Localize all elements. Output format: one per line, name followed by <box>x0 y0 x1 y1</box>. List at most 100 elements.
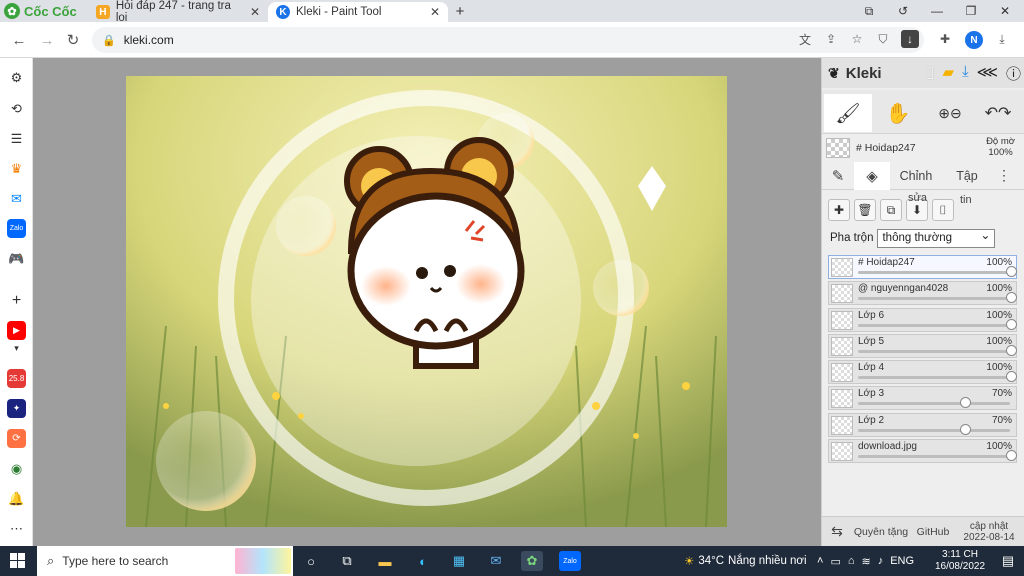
tab-layers-icon[interactable]: ◈ <box>854 161 890 190</box>
layer-opacity-slider[interactable] <box>858 271 1010 274</box>
layer-opacity-handle[interactable] <box>1006 344 1017 356</box>
delete-layer-button[interactable]: 🗑 <box>854 199 876 221</box>
close-tab-icon[interactable]: ✕ <box>250 5 260 19</box>
tab-brush-icon[interactable]: ✎ <box>822 162 854 190</box>
edge-icon[interactable]: ◐ <box>412 551 434 571</box>
undo-redo-icon[interactable]: ↶↷ <box>974 94 1022 132</box>
shield-icon[interactable]: ⛉ <box>872 28 894 50</box>
chevron-down-icon[interactable]: ▾ <box>7 343 26 353</box>
layer-opacity-slider[interactable] <box>858 323 1010 327</box>
gamepad-icon[interactable]: 🎮 <box>7 249 26 268</box>
share-icon[interactable]: ⋘ <box>977 63 998 84</box>
game-icon[interactable]: ⟳ <box>7 429 26 448</box>
drawing-canvas-area[interactable] <box>33 58 821 546</box>
new-tab-button[interactable]: + <box>450 2 470 20</box>
tab-adjust[interactable]: Chỉnh <box>890 162 942 190</box>
layer-row[interactable]: Lớp 5 100% <box>828 333 1017 358</box>
coccoc-menu-button[interactable]: ✿ Cốc Cốc <box>4 2 82 20</box>
mail-icon[interactable]: ✉ <box>485 551 507 571</box>
wifi-icon[interactable]: ≋ <box>862 555 871 568</box>
minimize-button[interactable]: — <box>920 2 954 20</box>
layer-opacity-handle[interactable] <box>1006 292 1017 304</box>
chevron-up-icon[interactable]: ˄ <box>817 555 823 567</box>
windows-start-icon[interactable] <box>10 553 26 569</box>
close-tab-icon[interactable]: ✕ <box>430 5 440 19</box>
layer-opacity-slider[interactable] <box>858 402 1010 406</box>
tab-hoidap247[interactable]: H Hỏi đáp 247 - trang tra loi ✕ <box>88 0 268 24</box>
layer-row[interactable]: # Hoidap247 100% <box>828 255 1017 279</box>
maximize-button[interactable]: ❐ <box>954 2 988 20</box>
zalo-taskbar-icon[interactable]: Zalo <box>559 551 581 571</box>
donate-link[interactable]: Quyên tặng <box>852 526 910 538</box>
taskbar-clock[interactable]: 3:11 CH 16/08/2022 <box>928 549 992 573</box>
add-shortcut-icon[interactable]: + <box>7 291 26 310</box>
layer-row[interactable]: Lớp 4 100% <box>828 360 1017 385</box>
bookmark-star-icon[interactable]: ☆ <box>846 28 868 50</box>
layer-opacity-handle[interactable] <box>1006 318 1017 330</box>
downloads-icon[interactable]: ⤓ <box>991 28 1013 50</box>
duplicate-layer-button[interactable]: ⧉ <box>880 199 902 221</box>
help-icon[interactable]: ⓘ <box>1006 63 1021 84</box>
layer-opacity-slider[interactable] <box>858 428 1010 432</box>
translate-icon[interactable]: 文 <box>794 28 816 50</box>
store-icon[interactable]: ▦ <box>448 551 470 571</box>
brush-tool-icon[interactable]: 🖌 <box>824 94 872 132</box>
network-icon[interactable]: ⌂ <box>848 555 855 567</box>
crown-icon[interactable]: ♛ <box>7 159 26 178</box>
save-download-icon[interactable]: ⤓ <box>962 63 969 84</box>
map-pin-icon[interactable]: ◉ <box>7 459 26 478</box>
messenger-icon[interactable]: ✉ <box>7 189 26 208</box>
file-explorer-icon[interactable]: ▬ <box>374 551 396 571</box>
github-link[interactable]: GitHub <box>910 526 956 538</box>
app-icon[interactable]: ✦ <box>7 399 26 418</box>
swap-side-icon[interactable]: ⇆ <box>822 523 852 540</box>
rename-layer-button[interactable]: ⌷ <box>932 199 954 221</box>
layer-opacity-slider[interactable] <box>858 455 1010 459</box>
layer-row[interactable]: Lớp 2 70% <box>828 412 1017 437</box>
settings-gear-icon[interactable]: ⚙ <box>7 68 26 87</box>
hand-tool-icon[interactable]: ✋ <box>874 94 922 132</box>
layer-opacity-handle[interactable] <box>1006 266 1017 277</box>
layer-opacity-handle[interactable] <box>959 423 971 435</box>
layer-opacity-handle[interactable] <box>959 397 971 409</box>
share-icon[interactable]: ⇪ <box>820 28 842 50</box>
layer-row[interactable]: download.jpg 100% <box>828 439 1017 464</box>
tab-search-icon[interactable]: ⧉ <box>852 2 886 20</box>
volume-icon[interactable]: ♪ <box>878 555 884 567</box>
coccoc-taskbar-icon[interactable]: ✿ <box>521 551 543 571</box>
close-window-button[interactable]: ✕ <box>988 2 1022 20</box>
tab-kleki[interactable]: K Kleki - Paint Tool ✕ <box>268 2 448 22</box>
layer-opacity-handle[interactable] <box>1006 371 1017 383</box>
profile-avatar[interactable]: N <box>965 31 983 49</box>
layer-row[interactable]: @ nguyenngan4028 100% <box>828 281 1017 306</box>
forward-button[interactable]: → <box>37 30 57 50</box>
history-icon[interactable]: ↺ <box>886 2 920 20</box>
notification-bell-icon[interactable]: 🔔 <box>7 489 26 508</box>
cortana-icon[interactable]: ○ <box>300 551 322 571</box>
download-video-icon[interactable]: ↓ <box>901 30 919 48</box>
blend-mode-select[interactable]: thông thường <box>877 228 996 248</box>
zoom-in-out-icon[interactable]: ⊕⊖ <box>926 94 974 132</box>
extensions-puzzle-icon[interactable]: ✚ <box>934 28 956 50</box>
news-icon[interactable]: ☰ <box>7 129 26 148</box>
notifications-icon[interactable]: ▤ <box>997 551 1019 571</box>
history-icon[interactable]: ⟲ <box>7 99 26 118</box>
weather-widget[interactable]: ☀ 34°C Nắng nhiều nơi <box>684 546 807 576</box>
battery-icon[interactable]: ▭ <box>830 555 840 568</box>
more-options-icon[interactable]: ⋮ <box>992 162 1016 190</box>
layer-opacity-handle[interactable] <box>1006 450 1017 462</box>
layer-opacity-slider[interactable] <box>858 376 1010 380</box>
zalo-icon[interactable]: Zalo <box>7 219 26 238</box>
add-layer-button[interactable]: ✚ <box>828 199 850 221</box>
language-indicator[interactable]: ENG <box>890 555 914 567</box>
update-info[interactable]: cập nhật 2022-08-14 <box>956 521 1022 543</box>
reload-button[interactable]: ↻ <box>63 30 83 50</box>
open-folder-icon[interactable]: ▰ <box>942 63 954 84</box>
new-file-icon[interactable]: ▯ <box>926 63 934 84</box>
layer-opacity-slider[interactable] <box>858 297 1010 301</box>
shopee-icon[interactable]: 25.8 <box>7 369 26 388</box>
layer-opacity-slider[interactable] <box>858 349 1010 353</box>
artwork-canvas[interactable] <box>126 76 727 527</box>
layer-row[interactable]: Lớp 3 70% <box>828 386 1017 411</box>
task-view-icon[interactable]: ⧉ <box>336 551 358 571</box>
